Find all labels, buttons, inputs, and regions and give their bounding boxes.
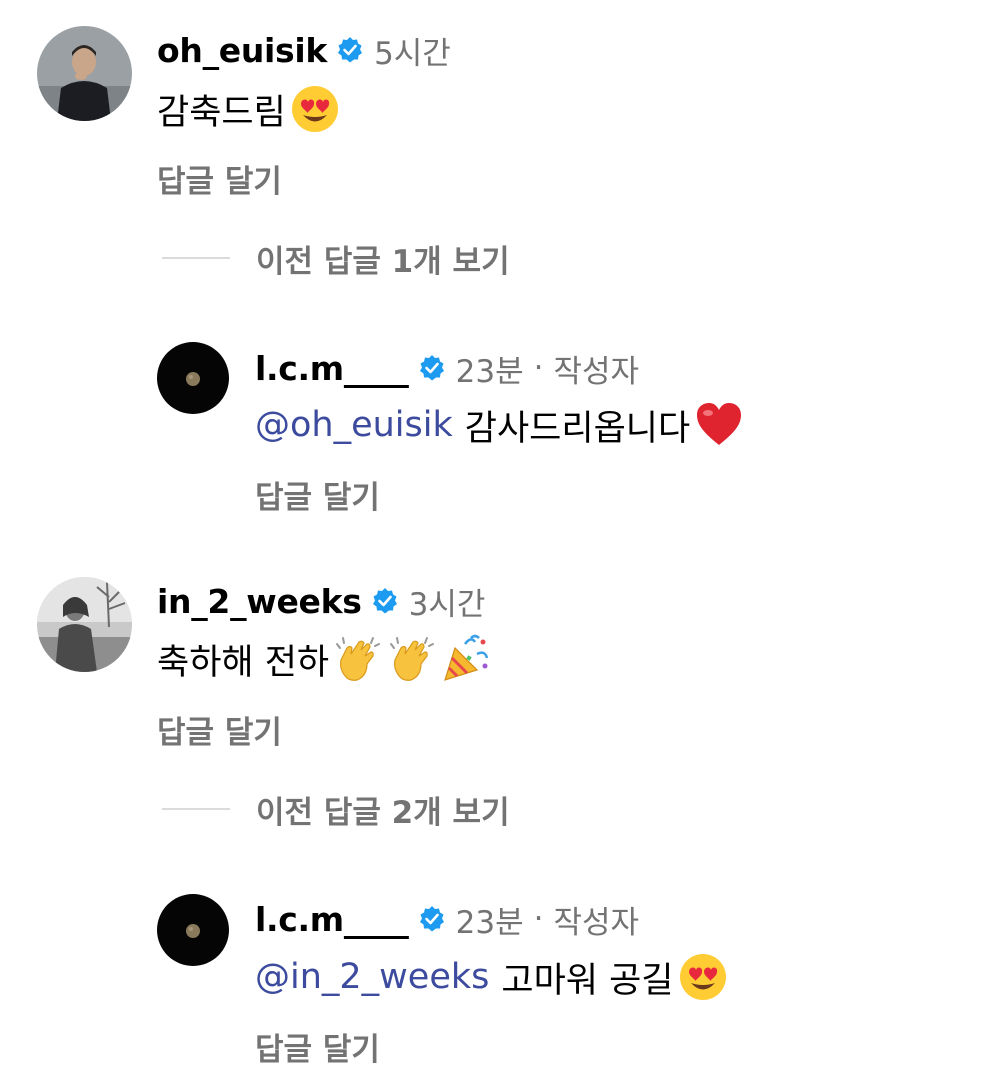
mention-link[interactable]: @oh_euisik <box>255 405 453 445</box>
divider-line <box>162 257 230 259</box>
view-replies-label: 이전 답글 2개 보기 <box>256 794 510 831</box>
party-popper-emoji-icon <box>441 634 491 684</box>
reply-button[interactable]: 답글 달기 <box>157 156 282 201</box>
verified-badge-icon <box>418 905 446 933</box>
avatar[interactable] <box>157 342 229 414</box>
red-heart-emoji-icon <box>694 400 744 450</box>
avatar[interactable] <box>37 577 132 672</box>
view-replies-button[interactable]: 이전 답글 1개 보기 <box>162 238 510 280</box>
reply-button[interactable]: 답글 달기 <box>255 1024 380 1069</box>
clapping-hands-emoji-icon <box>333 634 383 684</box>
avatar-photo-icon <box>37 577 132 672</box>
heart-eyes-emoji-icon <box>678 952 728 1002</box>
timestamp: 3시간 <box>408 586 486 623</box>
username[interactable]: l.c.m____ <box>255 349 409 388</box>
comment-text: 감축드림 <box>157 92 286 133</box>
view-replies-label: 이전 답글 1개 보기 <box>256 243 510 280</box>
comment-text: 축하해 전하 <box>157 642 330 683</box>
avatar[interactable] <box>157 894 229 966</box>
comment-text: 고마워 공길 <box>501 960 674 1001</box>
verified-badge-icon <box>418 354 446 382</box>
verified-badge-icon <box>336 36 364 64</box>
clapping-hands-emoji-icon <box>387 634 437 684</box>
verified-badge-icon <box>371 587 399 615</box>
avatar-photo-icon <box>37 26 132 121</box>
mention-link[interactable]: @in_2_weeks <box>255 957 489 997</box>
username[interactable]: in_2_weeks <box>157 582 362 621</box>
timestamp: 5시간 <box>374 35 451 72</box>
comment-text: 감사드리옵니다 <box>464 408 691 449</box>
author-label: 작성자 <box>553 353 640 390</box>
avatar[interactable] <box>37 26 132 121</box>
timestamp: 23분 <box>455 353 524 390</box>
heart-eyes-emoji-icon <box>290 84 340 134</box>
moon-avatar-icon <box>157 894 229 966</box>
author-label: 작성자 <box>553 904 640 941</box>
separator-dot: · <box>533 901 544 937</box>
reply-button[interactable]: 답글 달기 <box>255 472 380 517</box>
view-replies-button[interactable]: 이전 답글 2개 보기 <box>162 789 510 831</box>
separator-dot: · <box>533 350 544 386</box>
moon-avatar-icon <box>157 342 229 414</box>
reply-button[interactable]: 답글 달기 <box>157 707 282 752</box>
divider-line <box>162 808 230 810</box>
username[interactable]: l.c.m____ <box>255 900 409 939</box>
username[interactable]: oh_euisik <box>157 31 327 70</box>
timestamp: 23분 <box>455 904 524 941</box>
